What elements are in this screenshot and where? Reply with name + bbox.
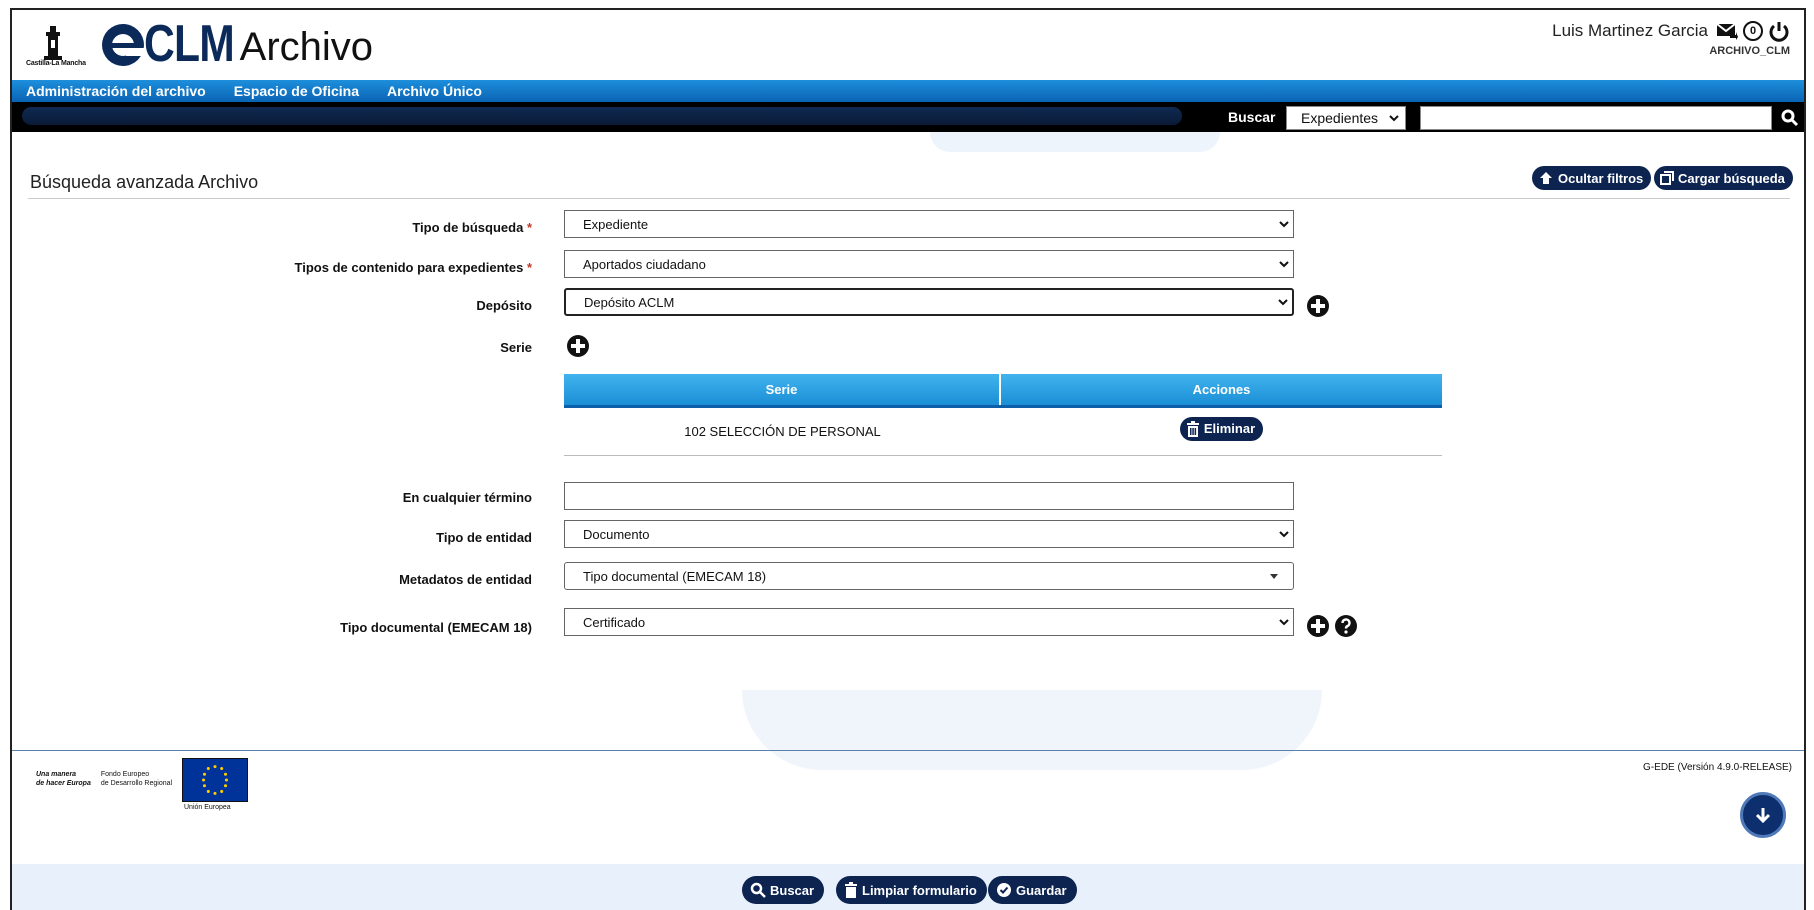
app-header: Castilla-La Mancha CLM Archivo Luis Mart… bbox=[12, 10, 1804, 80]
messages-icon[interactable] bbox=[1716, 21, 1738, 41]
series-cell-serie: 102 SELECCIÓN DE PERSONAL bbox=[684, 424, 881, 439]
tipo-entidad-label: Tipo de entidad bbox=[436, 530, 532, 545]
eclm-archivo-brand: CLM Archivo bbox=[100, 15, 374, 73]
tipo-documental-label: Tipo documental (EMECAM 18) bbox=[340, 620, 532, 635]
add-tipo-documental-icon[interactable] bbox=[1306, 614, 1330, 638]
cualquier-termino-label: En cualquier término bbox=[402, 490, 532, 505]
save-button[interactable]: Guardar bbox=[988, 876, 1077, 904]
arrow-up-icon bbox=[1540, 172, 1552, 184]
global-search-bar: Buscar Expedientes bbox=[12, 102, 1804, 132]
clear-form-button[interactable]: Limpiar formulario bbox=[836, 876, 987, 904]
tipo-busqueda-select[interactable]: Expediente bbox=[564, 210, 1294, 238]
tipos-contenido-label: Tipos de contenido para expedientes * bbox=[294, 260, 532, 275]
hide-filters-button[interactable]: Ocultar filtros bbox=[1532, 166, 1652, 190]
user-row: Luis Martinez Garcia 0 bbox=[1552, 20, 1790, 42]
user-name[interactable]: Luis Martinez Garcia bbox=[1552, 21, 1708, 41]
series-header-serie: Serie bbox=[564, 374, 1001, 405]
series-header-acciones: Acciones bbox=[1192, 382, 1251, 397]
action-bar: Buscar Limpiar formulario Guardar bbox=[12, 864, 1804, 910]
help-icon[interactable] bbox=[1334, 614, 1358, 638]
nav-item-administracion[interactable]: Administración del archivo bbox=[26, 83, 206, 99]
app-window: Castilla-La Mancha CLM Archivo Luis Mart… bbox=[10, 8, 1806, 910]
tipo-busqueda-label: Tipo de búsqueda * bbox=[412, 220, 532, 235]
chevron-down-icon bbox=[1279, 221, 1289, 228]
power-icon[interactable] bbox=[1768, 20, 1790, 42]
brand-archivo: Archivo bbox=[239, 25, 374, 69]
main-nav: Administración del archivo Espacio de Of… bbox=[12, 80, 1804, 102]
search-button[interactable]: Buscar bbox=[742, 876, 825, 904]
nav-item-archivo-unico[interactable]: Archivo Único bbox=[387, 83, 482, 99]
scroll-down-button[interactable] bbox=[1740, 792, 1786, 838]
table-row: 102 SELECCIÓN DE PERSONAL Eliminar bbox=[564, 408, 1442, 456]
footer-divider bbox=[12, 750, 1804, 751]
search-scope-value: Expedientes bbox=[1301, 110, 1379, 126]
tipo-entidad-select[interactable]: Documento bbox=[564, 520, 1294, 548]
eu-caption: Unión Europea bbox=[184, 804, 231, 811]
castilla-la-mancha-logo-icon bbox=[44, 26, 62, 60]
search-bar-decoration bbox=[22, 107, 1182, 125]
nav-item-espacio-oficina[interactable]: Espacio de Oficina bbox=[234, 83, 359, 99]
title-divider bbox=[28, 198, 1790, 199]
search-icon[interactable] bbox=[1780, 108, 1800, 128]
caret-down-icon bbox=[1270, 574, 1278, 579]
arrow-down-icon bbox=[1755, 808, 1771, 824]
tipos-contenido-select[interactable]: Aportados ciudadano bbox=[564, 250, 1294, 278]
search-scope-select[interactable]: Expedientes bbox=[1286, 106, 1406, 130]
copy-icon bbox=[1660, 171, 1674, 185]
trash-icon bbox=[845, 882, 857, 898]
page-title: Búsqueda avanzada Archivo bbox=[30, 172, 259, 192]
series-table: Serie Acciones 102 SELECCIÓN DE PERSONAL… bbox=[564, 374, 1442, 456]
eu-flag-icon bbox=[182, 758, 248, 802]
chevron-down-icon bbox=[1279, 531, 1289, 538]
search-label: Buscar bbox=[1228, 109, 1276, 125]
metadatos-entidad-label: Metadatos de entidad bbox=[399, 572, 532, 587]
metadatos-entidad-select[interactable]: Tipo documental (EMECAM 18) bbox=[564, 562, 1294, 590]
search-icon bbox=[750, 882, 766, 898]
add-deposito-icon[interactable] bbox=[1306, 294, 1330, 318]
user-role: ARCHIVO_CLM bbox=[1709, 45, 1790, 57]
eclm-e-logo-icon bbox=[102, 24, 146, 66]
trash-icon bbox=[1186, 420, 1199, 437]
deposito-label: Depósito bbox=[476, 298, 532, 313]
tipo-documental-select[interactable]: Certificado bbox=[564, 608, 1294, 636]
jccm-caption: Castilla-La Mancha bbox=[26, 60, 86, 67]
chevron-down-icon bbox=[1279, 261, 1289, 268]
chevron-down-icon bbox=[1278, 299, 1288, 306]
brand-clm: CLM bbox=[144, 15, 235, 73]
background-watermark bbox=[930, 132, 1220, 152]
add-serie-icon[interactable] bbox=[566, 334, 590, 358]
notifications-counter[interactable]: 0 bbox=[1742, 20, 1764, 42]
chevron-down-icon bbox=[1389, 115, 1399, 122]
chevron-down-icon bbox=[1279, 619, 1289, 626]
load-search-button[interactable]: Cargar búsqueda bbox=[1654, 166, 1793, 190]
delete-serie-button[interactable]: Eliminar bbox=[1179, 416, 1264, 441]
series-table-header: Serie Acciones bbox=[564, 374, 1442, 408]
check-circle-icon bbox=[997, 883, 1011, 897]
eu-funding-text: Una manera de hacer Europa Fondo Europeo d… bbox=[36, 771, 173, 787]
user-area: Luis Martinez Garcia 0 ARCHIVO_CLM bbox=[1552, 20, 1790, 57]
background-watermark bbox=[742, 690, 1322, 770]
cualquier-termino-input[interactable] bbox=[564, 482, 1294, 510]
app-version: G-EDE (Versión 4.9.0-RELEASE) bbox=[1643, 762, 1792, 773]
series-cell-actions: Eliminar bbox=[1001, 408, 1442, 455]
serie-label: Serie bbox=[500, 340, 532, 355]
search-input[interactable] bbox=[1420, 106, 1772, 130]
deposito-select[interactable]: Depósito ACLM bbox=[564, 288, 1294, 316]
notifications-count: 0 bbox=[1749, 25, 1757, 37]
